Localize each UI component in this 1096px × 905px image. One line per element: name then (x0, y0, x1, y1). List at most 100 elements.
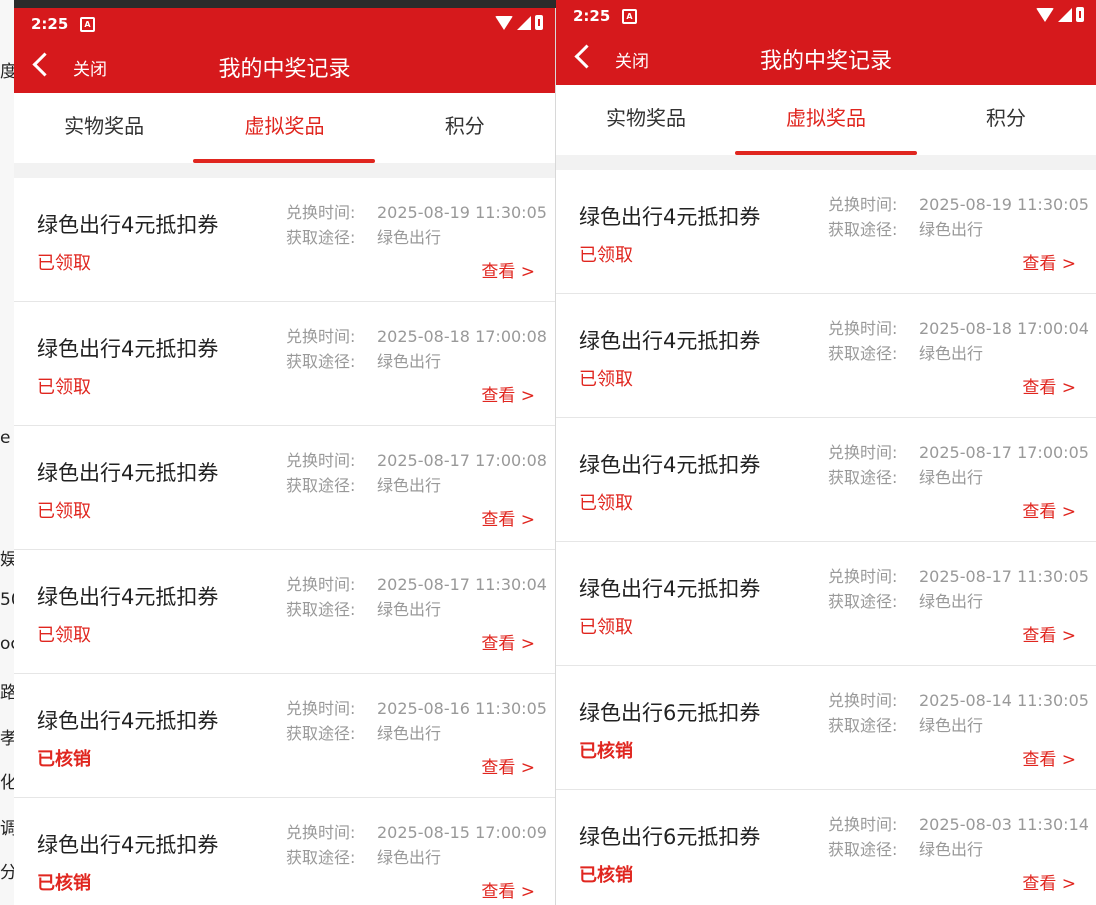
redeem-time: 2025-08-19 11:30:05 (919, 195, 1089, 214)
prize-list: 绿色出行4元抵扣券 已领取 兑换时间: 2025-08-19 11:30:05 获… (14, 178, 555, 905)
time-label: 兑换时间: (286, 203, 356, 222)
list-item[interactable]: 绿色出行4元抵扣券 已领取 兑换时间: 2025-08-18 17:00:04 获… (556, 294, 1096, 418)
source-value: 绿色出行 (919, 716, 984, 735)
prize-name: 绿色出行4元抵扣券 (37, 337, 219, 361)
time-label: 兑换时间: (828, 195, 898, 214)
time-label: 兑换时间: (828, 567, 898, 586)
status-bar: 2:25 A (14, 8, 555, 40)
list-item[interactable]: 绿色出行4元抵扣券 已领取 兑换时间: 2025-08-17 17:00:05 获… (556, 418, 1096, 542)
list-item[interactable]: 绿色出行4元抵扣券 已领取 兑换时间: 2025-08-18 17:00:08 获… (14, 302, 555, 426)
wifi-icon (495, 15, 513, 30)
prize-meta: 兑换时间: 2025-08-17 17:00:08 获取途径: 绿色出行 (286, 448, 547, 498)
list-item[interactable]: 绿色出行6元抵扣券 已核销 兑换时间: 2025-08-14 11:30:05 获… (556, 666, 1096, 790)
notification-icon: A (80, 17, 95, 32)
background-text: e C (0, 428, 14, 448)
redeem-time: 2025-08-18 17:00:08 (377, 327, 547, 346)
tab-bar: 实物奖品 虚拟奖品 积分 (556, 85, 1096, 155)
status-badge: 已核销 (579, 741, 633, 762)
view-link[interactable]: 查看 > (1022, 497, 1076, 522)
source-value: 绿色出行 (377, 724, 442, 743)
status-badge: 已核销 (579, 865, 633, 886)
view-link[interactable]: 查看 > (1022, 869, 1076, 894)
source-label: 获取途径: (828, 840, 898, 859)
view-link[interactable]: 查看 > (1022, 373, 1076, 398)
list-item[interactable]: 绿色出行4元抵扣券 已领取 兑换时间: 2025-08-19 11:30:05 获… (556, 170, 1096, 294)
source-label: 获取途径: (828, 344, 898, 363)
tab-virtual-prizes[interactable]: 虚拟奖品 (194, 93, 374, 163)
redeem-time: 2025-08-17 17:00:08 (377, 451, 547, 470)
prize-name: 绿色出行4元抵扣券 (37, 585, 219, 609)
prize-name: 绿色出行4元抵扣券 (37, 709, 219, 733)
prize-meta: 兑换时间: 2025-08-16 11:30:05 获取途径: 绿色出行 (286, 696, 547, 746)
app-header: 2:25 A 关闭 我的中奖记录 (556, 0, 1096, 85)
view-link[interactable]: 查看 > (481, 505, 535, 530)
battery-icon (535, 15, 543, 30)
list-item[interactable]: 绿色出行6元抵扣券 已核销 兑换时间: 2025-08-03 11:30:14 获… (556, 790, 1096, 905)
redeem-time: 2025-08-14 11:30:05 (919, 691, 1089, 710)
background-text: 娱 (0, 550, 14, 570)
signal-icon (517, 15, 531, 30)
time-label: 兑换时间: (286, 823, 356, 842)
list-item[interactable]: 绿色出行4元抵扣券 已核销 兑换时间: 2025-08-16 11:30:05 获… (14, 674, 555, 798)
notification-icon: A (622, 9, 637, 24)
redeem-time: 2025-08-17 11:30:04 (377, 575, 547, 594)
list-item[interactable]: 绿色出行4元抵扣券 已领取 兑换时间: 2025-08-17 17:00:08 获… (14, 426, 555, 550)
prize-name: 绿色出行4元抵扣券 (579, 453, 761, 477)
status-time: 2:25 (31, 15, 69, 33)
status-badge: 已领取 (37, 625, 91, 646)
status-badge: 已领取 (37, 377, 91, 398)
tab-points[interactable]: 积分 (375, 93, 555, 163)
prize-meta: 兑换时间: 2025-08-03 11:30:14 获取途径: 绿色出行 (828, 812, 1089, 862)
list-item[interactable]: 绿色出行4元抵扣券 已领取 兑换时间: 2025-08-19 11:30:05 获… (14, 178, 555, 302)
background-text: 路 (0, 683, 14, 703)
tab-points[interactable]: 积分 (916, 85, 1096, 155)
prize-meta: 兑换时间: 2025-08-15 17:00:09 获取途径: 绿色出行 (286, 820, 547, 870)
tab-physical-prizes[interactable]: 实物奖品 (556, 85, 736, 155)
prize-name: 绿色出行4元抵扣券 (579, 205, 761, 229)
time-label: 兑换时间: (828, 443, 898, 462)
prize-meta: 兑换时间: 2025-08-18 17:00:08 获取途径: 绿色出行 (286, 324, 547, 374)
source-label: 获取途径: (828, 220, 898, 239)
view-link[interactable]: 查看 > (481, 877, 535, 902)
view-link[interactable]: 查看 > (1022, 745, 1076, 770)
list-item[interactable]: 绿色出行4元抵扣券 已核销 兑换时间: 2025-08-15 17:00:09 获… (14, 798, 555, 905)
time-label: 兑换时间: (286, 575, 356, 594)
tab-virtual-prizes[interactable]: 虚拟奖品 (736, 85, 916, 155)
status-badge: 已核销 (37, 749, 91, 770)
view-link[interactable]: 查看 > (1022, 621, 1076, 646)
tab-bar: 实物奖品 虚拟奖品 积分 (14, 93, 555, 163)
source-value: 绿色出行 (919, 344, 984, 363)
status-badge: 已领取 (579, 493, 633, 514)
list-item[interactable]: 绿色出行4元抵扣券 已领取 兑换时间: 2025-08-17 11:30:05 获… (556, 542, 1096, 666)
tab-physical-prizes[interactable]: 实物奖品 (14, 93, 194, 163)
source-label: 获取途径: (286, 848, 356, 867)
redeem-time: 2025-08-17 17:00:05 (919, 443, 1089, 462)
source-value: 绿色出行 (919, 220, 984, 239)
prize-name: 绿色出行4元抵扣券 (579, 577, 761, 601)
source-label: 获取途径: (286, 352, 356, 371)
source-label: 获取途径: (286, 228, 356, 247)
list-item[interactable]: 绿色出行4元抵扣券 已领取 兑换时间: 2025-08-17 11:30:04 获… (14, 550, 555, 674)
view-link[interactable]: 查看 > (481, 629, 535, 654)
prize-meta: 兑换时间: 2025-08-14 11:30:05 获取途径: 绿色出行 (828, 688, 1089, 738)
page-title: 我的中奖记录 (759, 49, 892, 74)
redeem-time: 2025-08-03 11:30:14 (919, 815, 1089, 834)
background-text: 化 (0, 773, 14, 793)
section-divider (14, 163, 555, 178)
view-link[interactable]: 查看 > (481, 381, 535, 406)
background-window-bar (14, 0, 556, 8)
source-value: 绿色出行 (377, 476, 442, 495)
view-link[interactable]: 查看 > (481, 753, 535, 778)
page-title: 我的中奖记录 (218, 57, 351, 82)
time-label: 兑换时间: (286, 327, 356, 346)
source-value: 绿色出行 (377, 352, 442, 371)
source-label: 获取途径: (286, 600, 356, 619)
source-value: 绿色出行 (919, 468, 984, 487)
prize-name: 绿色出行4元抵扣券 (579, 329, 761, 353)
background-text: 分 (0, 863, 14, 883)
prize-meta: 兑换时间: 2025-08-17 17:00:05 获取途径: 绿色出行 (828, 440, 1089, 490)
source-value: 绿色出行 (377, 228, 442, 247)
phone-screen-right: 2:25 A 关闭 我的中奖记录 实物奖品 虚拟奖品 积分 绿色出行4元抵扣券 … (556, 0, 1096, 905)
view-link[interactable]: 查看 > (481, 257, 535, 282)
view-link[interactable]: 查看 > (1022, 249, 1076, 274)
